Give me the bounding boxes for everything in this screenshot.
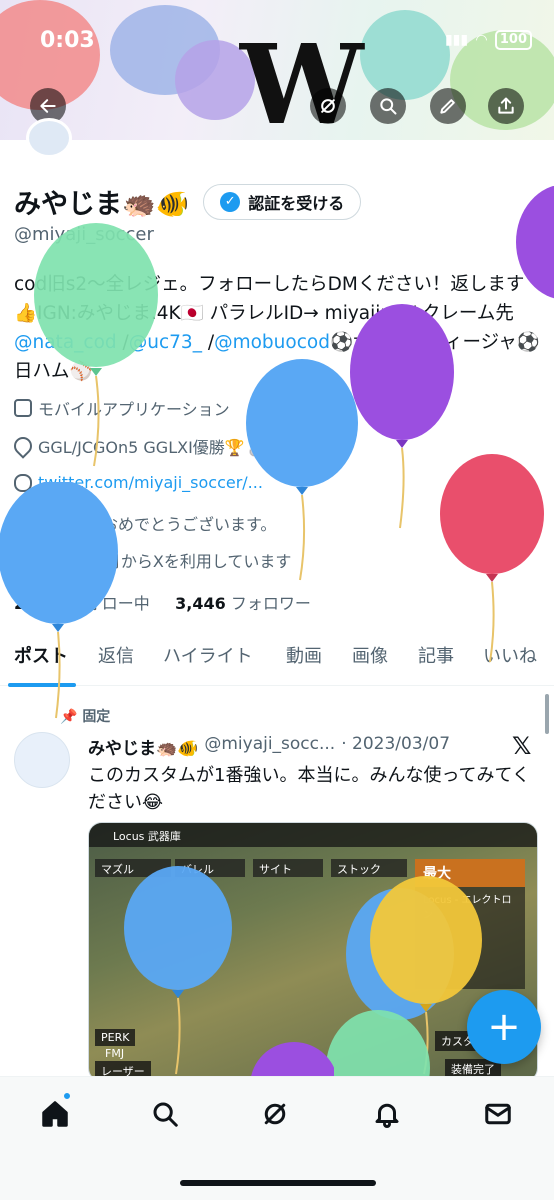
x-logo-icon: 𝕏 (512, 732, 532, 760)
tab-highlights[interactable]: ハイライト (163, 642, 253, 668)
post-date[interactable]: · 2023/03/07 (341, 734, 450, 759)
status-bar: 0:03 ▮▮▮ ◠ 100 (0, 0, 554, 53)
bell-icon (375, 1103, 399, 1128)
wifi-icon: ◠ (476, 32, 487, 48)
verified-badge-icon: ✓ (220, 191, 241, 212)
nav-search[interactable] (148, 1097, 182, 1131)
followers-count: 3,446 (175, 594, 226, 613)
signal-icon: ▮▮▮ (444, 32, 469, 48)
balloon-green (34, 223, 158, 467)
media-slot: ストック (331, 859, 407, 877)
post-author-handle[interactable]: @miyaji_socc... (204, 734, 335, 759)
search-icon (153, 1102, 178, 1127)
nav-notifications[interactable] (370, 1097, 404, 1131)
balloon-blue (0, 482, 118, 719)
search-button[interactable] (370, 88, 406, 124)
media-slot: サイト (253, 859, 323, 877)
grok-icon (321, 99, 335, 113)
display-name: みやじま🦔🐠 (14, 189, 190, 220)
briefcase-icon (14, 399, 32, 417)
balloon-green (326, 1010, 430, 1078)
notification-dot (62, 1091, 72, 1101)
post-text: このカスタムが1番強い。本当に。みんな使ってみてください😂 (88, 765, 531, 813)
status-time: 0:03 (40, 28, 95, 53)
compose-button[interactable]: + (467, 990, 541, 1064)
nav-home[interactable] (38, 1097, 72, 1131)
share-icon (498, 97, 514, 114)
battery-icon: 100 (494, 30, 532, 50)
followers-link[interactable]: 3,446 フォロワー (175, 594, 311, 613)
post-header: みやじま🦔🐠 @miyaji_socc... · 2023/03/07 (88, 734, 450, 759)
tab-images[interactable]: 画像 (352, 642, 388, 668)
grok-button[interactable] (310, 88, 346, 124)
nav-messages[interactable] (481, 1097, 515, 1131)
search-icon (380, 98, 397, 115)
home-indicator (180, 1180, 376, 1186)
tab-videos[interactable]: 動画 (286, 642, 322, 668)
scrollbar[interactable] (545, 694, 549, 734)
post-author-name[interactable]: みやじま🦔🐠 (88, 734, 198, 759)
balloon-blue (246, 359, 358, 581)
media-title: Locus 武器庫 (113, 830, 181, 843)
nav-grok[interactable] (258, 1097, 292, 1131)
home-icon (42, 1101, 68, 1127)
bio-text: / (201, 332, 215, 353)
arrow-left-icon (40, 99, 56, 113)
balloon-red (440, 454, 544, 663)
media-title-bar: Locus 武器庫 (89, 823, 537, 847)
bio-mention-link[interactable]: @mobuocod (214, 332, 330, 353)
balloon-blue (124, 866, 232, 1075)
verify-button[interactable]: ✓ 認証を受ける (203, 183, 362, 220)
envelope-icon (485, 1103, 511, 1125)
balloon-purple (516, 186, 554, 299)
edit-button[interactable] (430, 88, 466, 124)
verify-button-label: 認証を受ける (248, 193, 345, 213)
profile-avatar[interactable] (26, 118, 72, 158)
followers-label: フォロワー (230, 594, 311, 613)
grok-icon (264, 1103, 286, 1125)
pencil-icon (440, 99, 455, 114)
post-avatar[interactable] (14, 732, 70, 788)
balloon-purple (250, 1042, 334, 1078)
share-button[interactable] (488, 88, 524, 124)
